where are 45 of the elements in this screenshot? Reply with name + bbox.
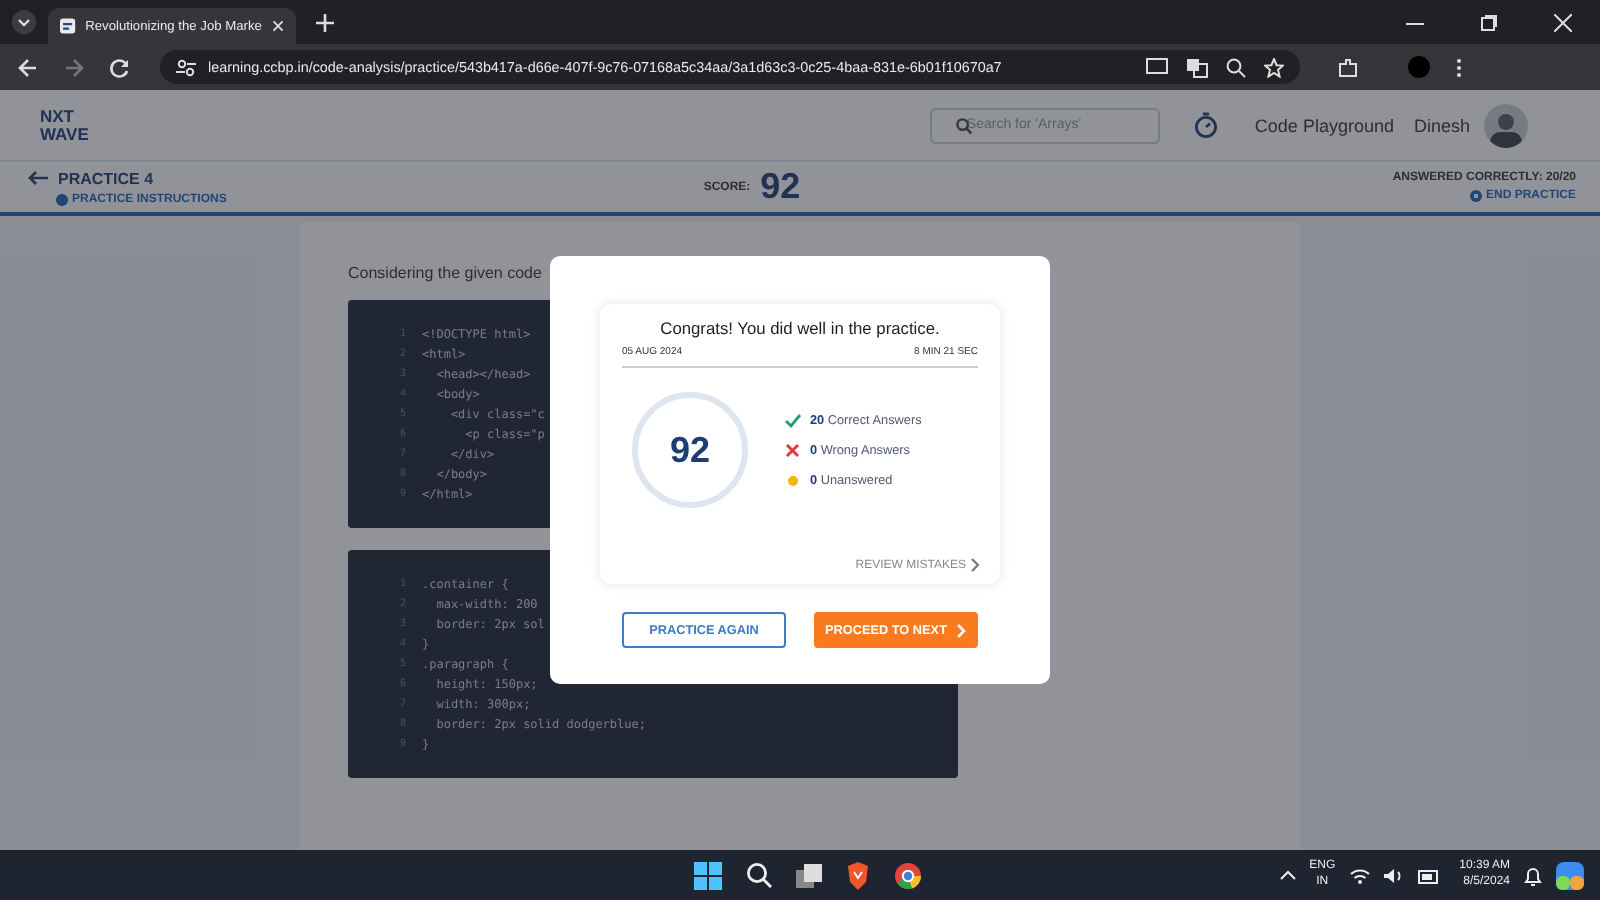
tab-list-icon[interactable] bbox=[12, 10, 36, 34]
site-info-icon[interactable] bbox=[176, 57, 196, 77]
lion-shield-icon[interactable] bbox=[846, 861, 870, 889]
score-value: 92 bbox=[760, 166, 801, 208]
reload-icon[interactable] bbox=[110, 57, 130, 77]
result-title: Congrats! You did well in the practice. bbox=[658, 318, 942, 338]
chevron-up-icon[interactable] bbox=[1279, 870, 1296, 880]
bell-icon[interactable] bbox=[1524, 865, 1542, 885]
restore-icon[interactable] bbox=[1480, 13, 1498, 31]
wifi-icon[interactable] bbox=[1349, 867, 1370, 883]
speaker-icon[interactable] bbox=[1383, 867, 1404, 883]
score-value: 92 bbox=[669, 429, 711, 471]
avatar[interactable] bbox=[1484, 103, 1528, 147]
check-icon bbox=[784, 411, 802, 429]
new-tab-icon[interactable] bbox=[316, 13, 334, 31]
chevron-right-icon bbox=[970, 558, 980, 572]
battery-icon[interactable] bbox=[1417, 867, 1440, 883]
translate-icon[interactable] bbox=[1186, 57, 1208, 77]
browser-icon[interactable] bbox=[894, 861, 922, 889]
question-text: Considering the given code bbox=[348, 264, 544, 282]
star-icon[interactable] bbox=[1264, 57, 1284, 77]
nav-link[interactable]: Code Playground bbox=[1254, 115, 1394, 135]
timer-icon[interactable] bbox=[1194, 112, 1219, 138]
practice-title: PRACTICE 4 bbox=[58, 169, 154, 187]
extensions-icon[interactable] bbox=[1338, 57, 1358, 77]
start-icon[interactable] bbox=[694, 861, 722, 889]
logo: NXT WAVE bbox=[40, 107, 89, 143]
cross-icon bbox=[784, 441, 802, 459]
copilot-icon[interactable] bbox=[1556, 861, 1584, 889]
chevron-right-icon bbox=[956, 623, 967, 637]
stop-icon bbox=[1469, 190, 1482, 202]
user-name: Dinesh bbox=[1413, 115, 1470, 135]
site-icon bbox=[60, 16, 76, 36]
task-view-icon[interactable] bbox=[796, 863, 822, 887]
back-arrow-icon[interactable] bbox=[28, 170, 48, 186]
close-icon[interactable] bbox=[271, 18, 284, 34]
info-icon bbox=[56, 193, 68, 205]
forward-icon[interactable] bbox=[64, 57, 84, 77]
close-icon[interactable] bbox=[1554, 13, 1572, 31]
cast-icon[interactable] bbox=[1146, 57, 1168, 77]
zoom-icon[interactable] bbox=[1226, 57, 1246, 77]
dot-icon bbox=[784, 471, 802, 489]
more-icon[interactable] bbox=[1456, 57, 1462, 77]
search-icon[interactable] bbox=[746, 862, 772, 888]
back-icon[interactable] bbox=[18, 57, 38, 77]
